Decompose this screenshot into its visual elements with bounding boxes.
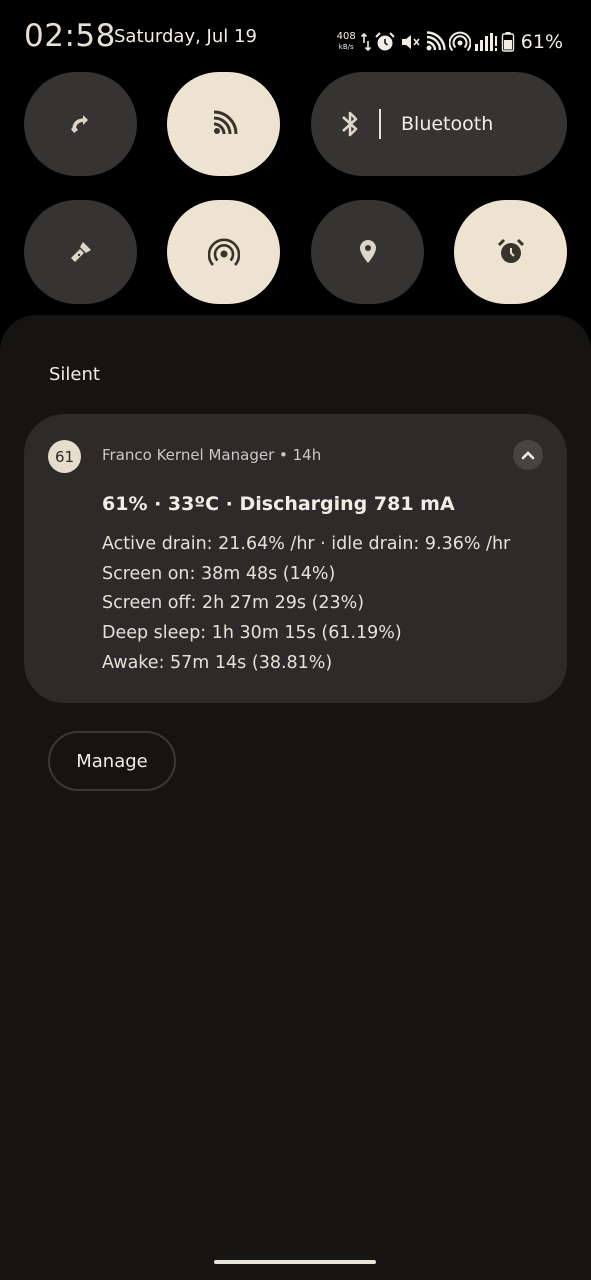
manage-button[interactable]: Manage	[48, 731, 176, 791]
alarm-icon	[497, 238, 524, 263]
bluetooth-tile[interactable]: Bluetooth	[311, 72, 567, 176]
bluetooth-icon	[342, 111, 358, 137]
flashlight-icon	[70, 242, 91, 262]
chevron-up-icon	[521, 451, 535, 460]
battery-percent: 61%	[520, 31, 563, 53]
section-title-silent: Silent	[49, 364, 100, 385]
cast-tile[interactable]	[167, 72, 280, 176]
cast-icon	[213, 110, 237, 135]
cast-icon	[426, 31, 446, 51]
status-bar: 02:58 Saturday, Jul 19 408 kB/s 61%	[0, 0, 591, 74]
collapse-button[interactable]	[513, 440, 543, 470]
gesture-handle[interactable]	[214, 1260, 376, 1264]
notification-line: Screen off: 2h 27m 29s (23%)	[102, 593, 365, 614]
tile-divider	[379, 109, 381, 139]
notification-line: Active drain: 21.64% /hr · idle drain: 9…	[102, 534, 511, 554]
notification-card[interactable]: 61 Franco Kernel Manager • 14h 61% · 33º…	[24, 414, 567, 703]
notification-line: Awake: 57m 14s (38.81%)	[102, 652, 333, 673]
data-transfer-icon	[360, 32, 371, 52]
date[interactable]: Saturday, Jul 19	[114, 26, 257, 47]
clock[interactable]: 02:58	[24, 18, 116, 54]
mute-icon	[401, 35, 420, 49]
status-icons: 408 kB/s 61%	[337, 28, 563, 56]
notification-line: Screen on: 38m 48s (14%)	[102, 563, 336, 584]
notification-line: Deep sleep: 1h 30m 15s (61.19%)	[102, 623, 402, 644]
hotspot-icon	[207, 238, 240, 266]
auto-rotate-tile[interactable]	[24, 72, 137, 176]
location-icon	[359, 240, 376, 263]
alarm-icon	[375, 32, 395, 51]
notification-title: 61% · 33ºC · Discharging 781 mA	[102, 493, 455, 515]
network-speed: 408 kB/s	[336, 31, 356, 52]
rotate-icon	[70, 115, 88, 133]
app-icon: 61	[48, 440, 81, 473]
flashlight-tile[interactable]	[24, 200, 137, 304]
battery-icon	[501, 32, 514, 52]
alarm-tile[interactable]	[454, 200, 567, 304]
location-tile[interactable]	[311, 200, 424, 304]
hotspot-icon	[448, 31, 471, 52]
notification-body: Active drain: 21.64% /hr · idle drain: 9…	[102, 530, 510, 679]
signal-icon	[474, 33, 497, 51]
bluetooth-label: Bluetooth	[401, 113, 494, 135]
app-name: Franco Kernel Manager • 14h	[102, 446, 322, 464]
hotspot-tile[interactable]	[167, 200, 280, 304]
